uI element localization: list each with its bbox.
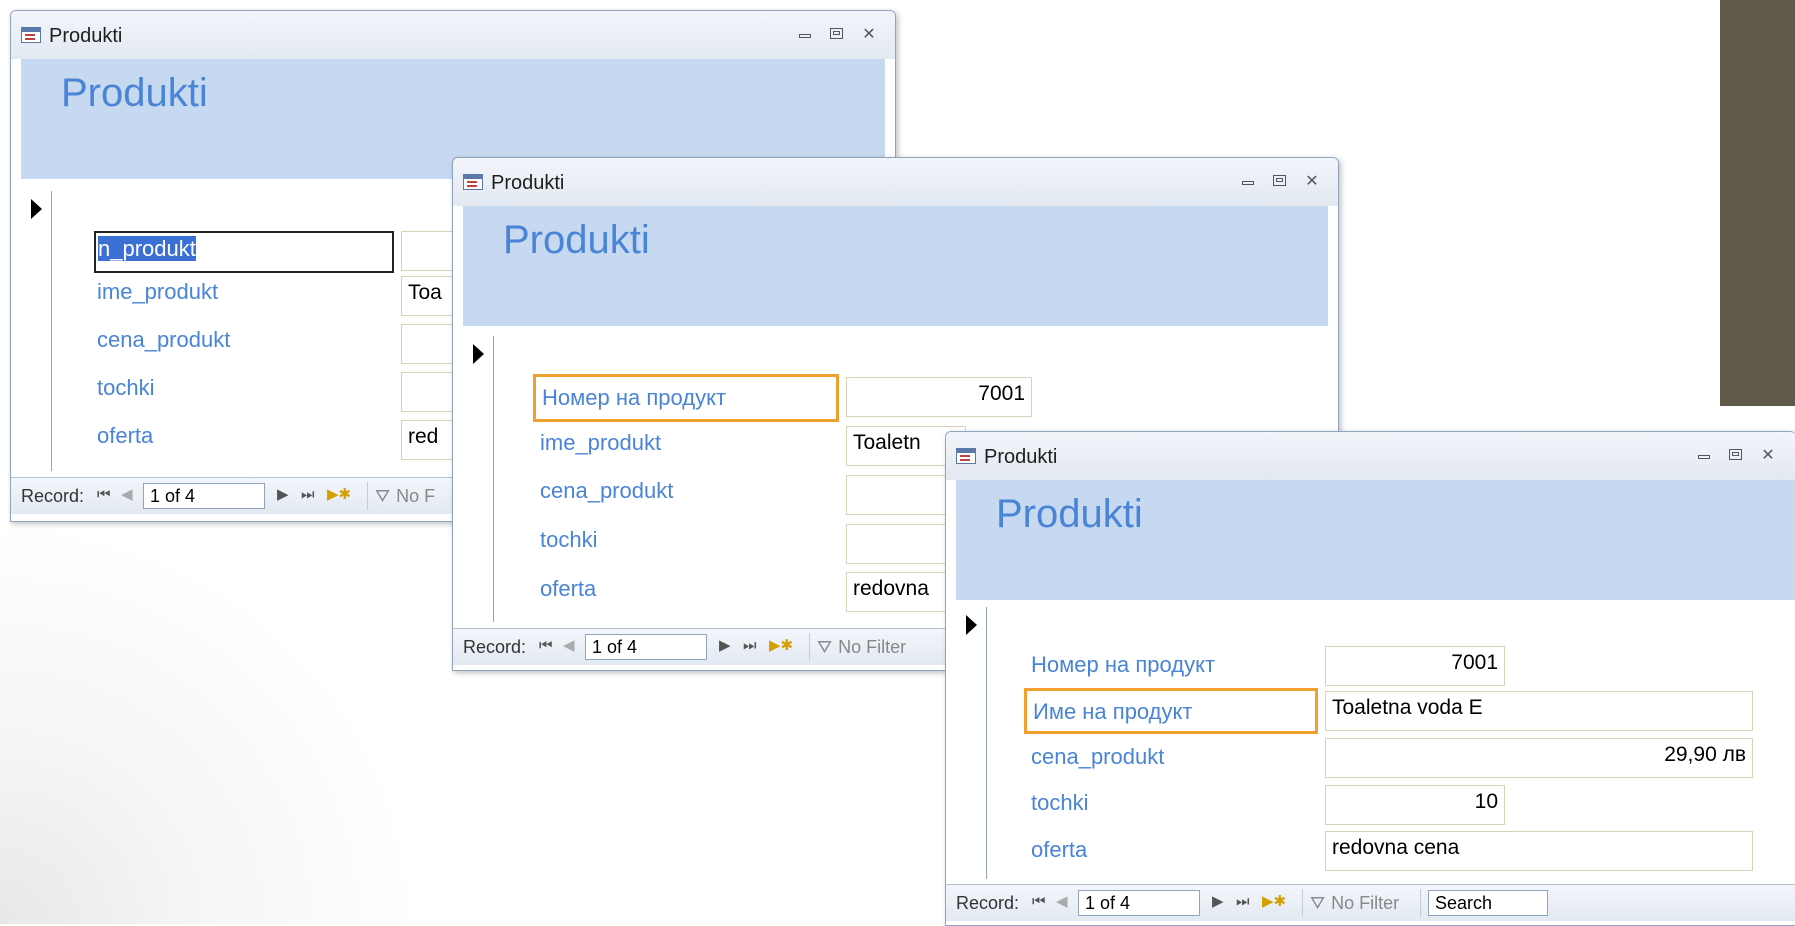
nomer-na-produkt-field[interactable]: 7001	[1325, 646, 1505, 686]
page-title: Produkti	[61, 71, 208, 115]
nav-separator	[1302, 889, 1303, 917]
next-record-icon[interactable]: ▶	[277, 485, 289, 505]
field-label-cena-produkt: cena_produkt	[540, 478, 674, 503]
record-label: Record:	[21, 486, 85, 506]
next-record-icon[interactable]: ▶	[719, 636, 731, 656]
form-header: Produkti	[463, 206, 1328, 326]
previous-record-icon[interactable]: ◀	[121, 485, 133, 505]
close-icon[interactable]: ✕	[1758, 446, 1778, 464]
new-record-icon[interactable]: ▶✱	[769, 636, 793, 656]
record-selector[interactable]	[463, 336, 494, 622]
maximize-icon[interactable]	[1726, 446, 1746, 464]
form-header: Produkti	[956, 480, 1795, 600]
field-label-cena-produkt: cena_produkt	[97, 327, 231, 352]
field-label-oferta: oferta	[540, 576, 597, 601]
field-label-nomer-na-produkt: Номер на продукт	[1031, 652, 1216, 677]
form-icon	[463, 174, 483, 190]
current-record-input[interactable]: 1 of 4	[143, 483, 265, 509]
decorative-side-bar	[1720, 0, 1795, 406]
maximize-icon[interactable]	[827, 25, 847, 43]
cena-produkt-field[interactable]: 29,90 лв	[1325, 738, 1753, 778]
ime-na-produkt-field[interactable]: Toaletna voda E	[1325, 691, 1753, 731]
close-icon[interactable]: ✕	[1302, 172, 1322, 190]
page-title: Produkti	[996, 492, 1143, 536]
window-title: Produkti	[491, 172, 565, 194]
last-record-icon[interactable]: ⏭	[743, 636, 757, 656]
form-window-3: Produkti ✕ Produkti Номер на продукт 700…	[945, 431, 1795, 926]
previous-record-icon[interactable]: ◀	[1056, 892, 1068, 912]
oferta-field[interactable]: redovna cena	[1325, 831, 1753, 871]
filter-label: No Filter	[1331, 893, 1400, 913]
title-bar[interactable]: Produkti ✕	[946, 432, 1795, 480]
first-record-icon[interactable]: ⏮	[1032, 892, 1046, 912]
nav-separator	[1420, 889, 1421, 917]
filter-button[interactable]: ⛛ No Filter	[1310, 893, 1399, 914]
field-label-tochki: tochki	[97, 375, 155, 400]
title-bar[interactable]: Produkti ✕	[453, 158, 1338, 206]
previous-record-icon[interactable]: ◀	[563, 636, 575, 656]
field-label-cena-produkt: cena_produkt	[1031, 744, 1165, 769]
background-fade	[0, 520, 420, 924]
next-record-icon[interactable]: ▶	[1212, 892, 1224, 912]
filter-button[interactable]: ⛛ No Filter	[817, 637, 906, 658]
record-selector[interactable]	[956, 607, 987, 879]
record-navigation-bar: Record: ⏮ ◀ 1 of 4 ▶ ⏭ ▶✱ ⛛ No Filter Sea…	[946, 884, 1795, 921]
field-label-tochki: tochki	[540, 527, 598, 552]
nav-separator	[367, 482, 368, 510]
field-label-n-produkt[interactable]: n_produkt	[94, 231, 394, 273]
record-label: Record:	[956, 893, 1020, 913]
current-record-arrow-icon	[31, 199, 42, 219]
current-record-arrow-icon	[966, 615, 977, 635]
last-record-icon[interactable]: ⏭	[301, 485, 315, 505]
first-record-icon[interactable]: ⏮	[97, 485, 111, 505]
funnel-icon: ⛛	[1310, 893, 1326, 913]
funnel-icon: ⛛	[817, 637, 833, 657]
current-record-arrow-icon	[473, 344, 484, 364]
first-record-icon[interactable]: ⏮	[539, 636, 553, 656]
record-selector[interactable]	[21, 191, 52, 471]
nav-separator	[809, 633, 810, 661]
field-label-ime-produkt: ime_produkt	[540, 430, 662, 455]
minimize-icon[interactable]	[1238, 172, 1258, 190]
window-title: Produkti	[984, 446, 1058, 468]
minimize-icon[interactable]	[795, 25, 815, 43]
last-record-icon[interactable]: ⏭	[1236, 892, 1250, 912]
field-label-oferta: oferta	[1031, 837, 1088, 862]
record-label: Record:	[463, 637, 527, 657]
close-icon[interactable]: ✕	[859, 25, 879, 43]
tochki-field[interactable]: 10	[1325, 785, 1505, 825]
form-icon	[956, 448, 976, 464]
current-record-input[interactable]: 1 of 4	[1078, 890, 1200, 916]
funnel-icon: ⛛	[375, 486, 391, 506]
title-bar[interactable]: Produkti ✕	[11, 11, 895, 59]
maximize-icon[interactable]	[1270, 172, 1290, 190]
new-record-icon[interactable]: ▶✱	[327, 485, 351, 505]
filter-label: No F	[396, 486, 436, 506]
window-title: Produkti	[49, 25, 123, 47]
field-label-oferta: oferta	[97, 423, 154, 448]
filter-button[interactable]: ⛛ No F	[375, 486, 435, 507]
field-label-ime-na-produkt: Име на продукт	[1024, 688, 1318, 734]
filter-label: No Filter	[838, 637, 907, 657]
new-record-icon[interactable]: ▶✱	[1262, 892, 1286, 912]
minimize-icon[interactable]	[1694, 446, 1714, 464]
field-label-tochki: tochki	[1031, 790, 1089, 815]
page-title: Produkti	[503, 218, 650, 262]
field-label-nomer-na-produkt: Номер на продукт	[533, 374, 839, 422]
form-icon	[21, 27, 41, 43]
nomer-na-produkt-field[interactable]: 7001	[846, 377, 1032, 417]
current-record-input[interactable]: 1 of 4	[585, 634, 707, 660]
field-label-ime-produkt: ime_produkt	[97, 279, 219, 304]
search-input[interactable]: Search	[1428, 890, 1548, 916]
